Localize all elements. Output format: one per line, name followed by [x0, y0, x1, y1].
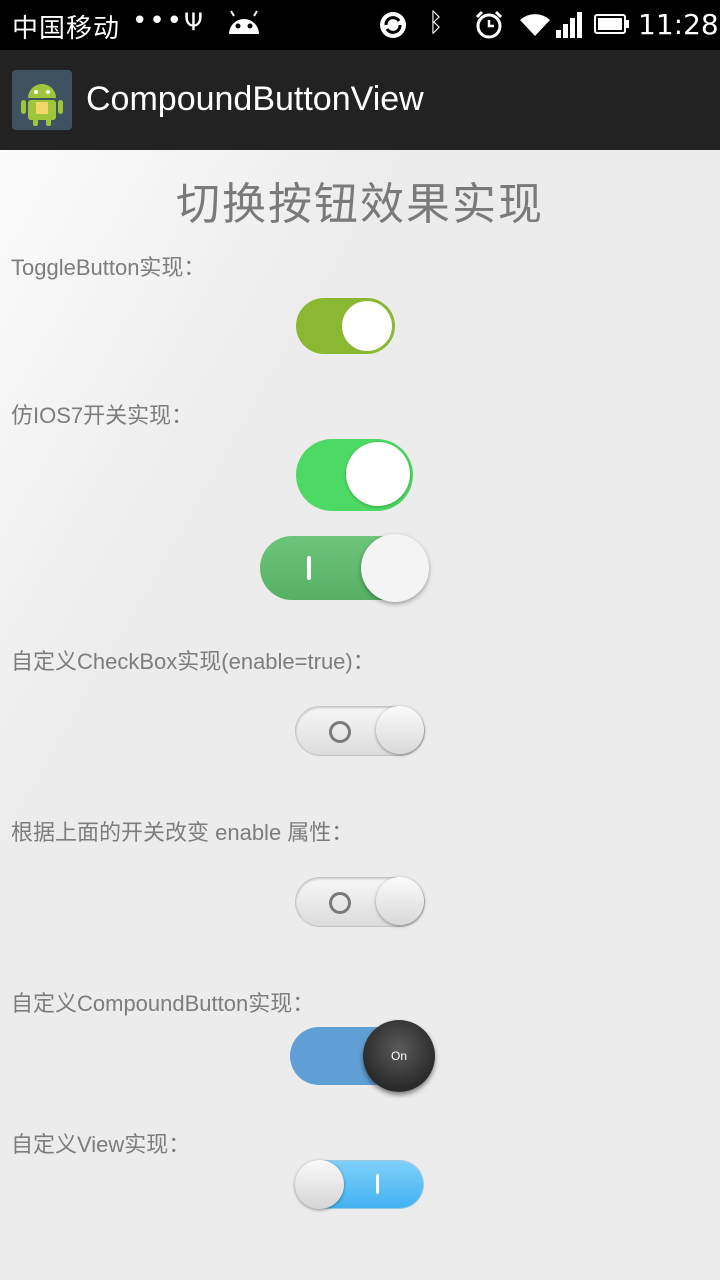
custom-checkbox-switch[interactable]: [296, 706, 424, 755]
compound-button-label: 自定义CompoundButton实现：: [11, 991, 315, 1016]
carrier-name: 中国移动: [12, 14, 121, 44]
compound-button-switch[interactable]: On: [290, 1020, 435, 1092]
switch-knob: [376, 877, 424, 925]
switch-knob: On: [363, 1020, 435, 1092]
on-indicator-icon: [307, 556, 311, 580]
switch-knob: [376, 706, 424, 754]
custom-checkbox-label: 自定义CheckBox实现(enable=true)：: [11, 649, 375, 674]
alarm-icon: [475, 10, 503, 39]
content-area: 切换按钮效果实现 ToggleButton实现： 仿IOS7开关实现： 自定义C…: [0, 150, 720, 1280]
enable-toggle-label: 根据上面的开关改变 enable 属性：: [11, 820, 354, 845]
page-title: 切换按钮效果实现: [176, 179, 544, 230]
off-indicator-icon: [329, 892, 351, 914]
switch-knob: [342, 301, 392, 351]
signal-icon: [556, 12, 582, 38]
clock: 11:28: [638, 8, 719, 41]
ios7-switch-b[interactable]: [260, 534, 429, 602]
custom-view-switch[interactable]: [295, 1160, 423, 1209]
wifi-icon: [520, 14, 550, 36]
app-title: CompoundButtonView: [86, 80, 424, 118]
switch-knob: [361, 534, 429, 602]
usb-icon: Ψ: [184, 8, 203, 36]
action-bar: CompoundButtonView: [0, 50, 720, 150]
battery-icon: [594, 14, 629, 34]
switch-knob: [295, 1160, 344, 1209]
sync-icon: [380, 12, 406, 38]
more-notifications: •••: [132, 6, 185, 36]
toggle-button-switch[interactable]: [296, 298, 395, 354]
ios7-switch-a[interactable]: [296, 439, 413, 511]
enable-toggle-switch[interactable]: [296, 877, 424, 926]
bluetooth-icon: ᛒ: [428, 8, 444, 38]
off-indicator-icon: [329, 721, 351, 743]
switch-knob: [346, 442, 410, 506]
android-app-icon[interactable]: [12, 70, 72, 130]
ios7-switch-label: 仿IOS7开关实现：: [11, 403, 194, 428]
android-notification-icon: [229, 10, 259, 34]
status-bar: 中国移动 ••• Ψ ᛒ 11:28: [0, 0, 720, 50]
custom-view-label: 自定义View实现：: [11, 1132, 191, 1157]
toggle-button-label: ToggleButton实现：: [11, 255, 206, 280]
on-indicator-icon: [376, 1174, 379, 1194]
